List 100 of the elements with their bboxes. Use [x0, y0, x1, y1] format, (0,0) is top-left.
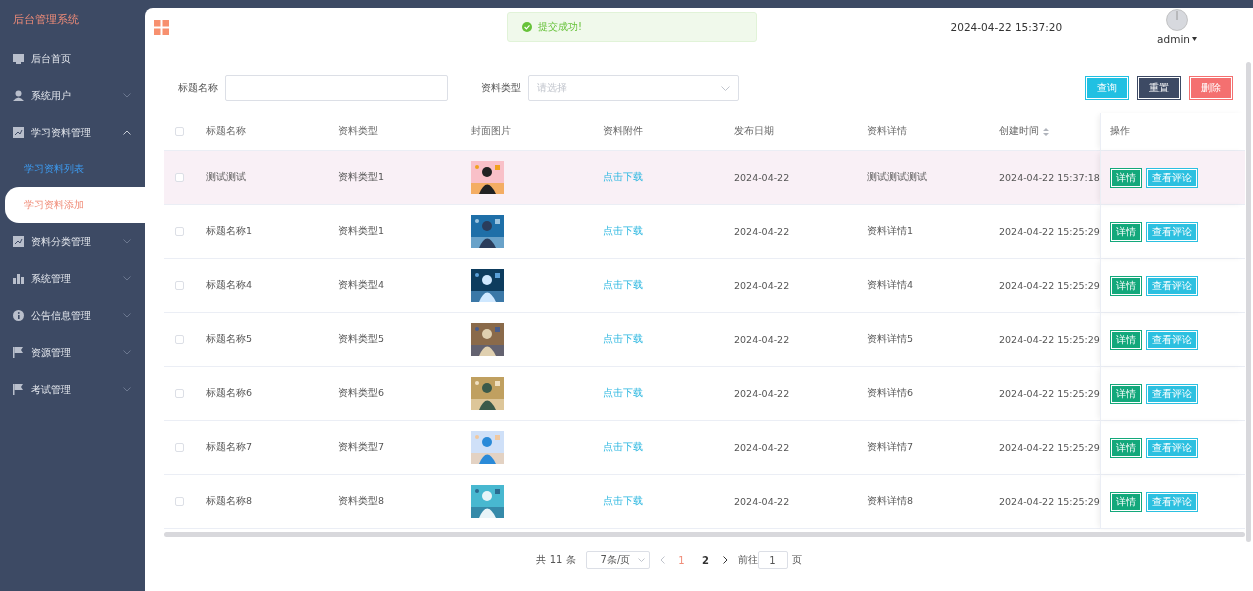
horizontal-scrollbar[interactable] — [164, 532, 1245, 537]
table-cell: 资料详情1 — [867, 225, 914, 238]
detail-button[interactable]: 详情 — [1110, 329, 1142, 350]
menu-item[interactable]: 公告信息管理 — [0, 297, 145, 334]
table-cell: 2024-04-22 15:37:18 — [999, 172, 1100, 183]
menu-item[interactable]: 系统用户 — [0, 77, 145, 114]
table-cell: 资料详情6 — [867, 387, 914, 400]
checkbox[interactable] — [175, 497, 184, 506]
table-cell: 资料类型6 — [338, 387, 385, 400]
detail-button[interactable]: 详情 — [1110, 437, 1142, 458]
table-cell: 2024-04-22 — [734, 334, 790, 345]
chart-icon — [13, 236, 24, 247]
search-button[interactable]: 查询 — [1085, 76, 1129, 100]
user-icon — [13, 90, 24, 101]
column-header: 操作 — [1110, 125, 1130, 138]
table-cell: 2024-04-22 — [734, 496, 790, 507]
checkbox[interactable] — [175, 127, 184, 136]
download-link[interactable]: 点击下载 — [603, 171, 643, 184]
checkbox[interactable] — [175, 389, 184, 398]
table-cell: 测试测试测试 — [867, 171, 927, 184]
table-cell: 标题名称4 — [206, 279, 253, 292]
submenu-item[interactable]: 学习资料列表 — [0, 151, 145, 187]
search-field[interactable] — [225, 75, 448, 101]
table-cell: 2024-04-22 — [734, 280, 790, 291]
table-cell: 测试测试 — [206, 171, 246, 184]
detail-button[interactable]: 详情 — [1110, 491, 1142, 512]
table-cell: 资料类型8 — [338, 495, 385, 508]
table-cell: 资料类型7 — [338, 441, 385, 454]
chevron-icon — [637, 558, 645, 562]
field-label: 资料类型 — [481, 81, 521, 95]
info-icon — [13, 310, 24, 321]
table-cell: 2024-04-22 15:25:29 — [999, 388, 1100, 399]
table-cell: 标题名称6 — [206, 387, 253, 400]
table-cell: 2024-04-22 15:25:29 — [999, 496, 1100, 507]
delete-button[interactable]: 删除 — [1189, 76, 1233, 100]
comments-button[interactable]: 查看评论 — [1146, 167, 1198, 188]
detail-button[interactable]: 详情 — [1110, 167, 1142, 188]
next-page-icon[interactable] — [722, 556, 728, 564]
reset-button[interactable]: 重置 — [1137, 76, 1181, 100]
download-link[interactable]: 点击下载 — [603, 225, 643, 238]
column-header: 资料类型 — [338, 125, 378, 138]
table-cell: 标题名称1 — [206, 225, 253, 238]
column-header: 标题名称 — [206, 125, 246, 138]
comments-button[interactable]: 查看评论 — [1146, 275, 1198, 296]
table-cell: 资料类型4 — [338, 279, 385, 292]
menu-item[interactable]: 学习资料管理 — [0, 114, 145, 151]
table-cell: 2024-04-22 — [734, 172, 790, 183]
download-link[interactable]: 点击下载 — [603, 387, 643, 400]
chart-icon — [13, 127, 24, 138]
comments-button[interactable]: 查看评论 — [1146, 383, 1198, 404]
detail-button[interactable]: 详情 — [1110, 275, 1142, 296]
download-link[interactable]: 点击下载 — [603, 495, 643, 508]
page-size-select[interactable]: 7条/页 — [585, 551, 650, 569]
download-link[interactable]: 点击下载 — [603, 333, 643, 346]
table-cell: 资料类型1 — [338, 225, 385, 238]
comments-button[interactable]: 查看评论 — [1146, 329, 1198, 350]
comments-button[interactable]: 查看评论 — [1146, 491, 1198, 512]
download-link[interactable]: 点击下载 — [603, 279, 643, 292]
page-number[interactable]: 1 — [674, 554, 689, 566]
checkbox[interactable] — [175, 281, 184, 290]
comments-button[interactable]: 查看评论 — [1146, 437, 1198, 458]
table-cell: 2024-04-22 — [734, 442, 790, 453]
field-label: 标题名称 — [178, 81, 218, 95]
user-menu[interactable]: admin — [1157, 33, 1197, 45]
vertical-scrollbar[interactable] — [1246, 62, 1251, 542]
table-cell: 资料类型1 — [338, 171, 385, 184]
checkbox[interactable] — [175, 335, 184, 344]
avatar-icon[interactable] — [1166, 9, 1189, 31]
menu-item[interactable]: 系统管理 — [0, 260, 145, 297]
menu-item[interactable]: 资料分类管理 — [0, 223, 145, 260]
table-cell: 2024-04-22 15:25:29 — [999, 334, 1100, 345]
table-cell: 2024-04-22 — [734, 226, 790, 237]
check-circle-icon — [522, 22, 532, 32]
checkbox[interactable] — [175, 173, 184, 182]
flag-icon — [13, 384, 24, 395]
checkbox[interactable] — [175, 227, 184, 236]
table-cell: 标题名称5 — [206, 333, 253, 346]
sort-icon[interactable] — [1043, 127, 1049, 136]
detail-button[interactable]: 详情 — [1110, 383, 1142, 404]
table-cell: 资料详情4 — [867, 279, 914, 292]
toast-message: 提交成功! — [538, 20, 582, 34]
goto-page-field[interactable]: 1 — [757, 551, 788, 569]
menu-item[interactable]: 考试管理 — [0, 371, 145, 408]
menu-item[interactable]: 后台首页 — [0, 40, 145, 77]
grid-icon[interactable] — [154, 19, 169, 35]
datetime: 2024-04-22 15:37:20 — [950, 21, 1063, 33]
detail-button[interactable]: 详情 — [1110, 221, 1142, 242]
bar-chart-icon — [13, 273, 24, 284]
submenu-item[interactable]: 学习资料添加 — [5, 187, 145, 223]
caret-icon — [1192, 37, 1197, 41]
goto-label: 前往 — [737, 553, 758, 567]
menu-item[interactable]: 资源管理 — [0, 334, 145, 371]
table-cell: 资料类型5 — [338, 333, 385, 346]
comments-button[interactable]: 查看评论 — [1146, 221, 1198, 242]
checkbox[interactable] — [175, 443, 184, 452]
download-link[interactable]: 点击下载 — [603, 441, 643, 454]
prev-page-icon[interactable] — [659, 556, 665, 564]
page-number[interactable]: 2 — [698, 554, 713, 566]
goto-suffix: 页 — [791, 553, 802, 567]
column-header: 资料附件 — [603, 125, 643, 138]
